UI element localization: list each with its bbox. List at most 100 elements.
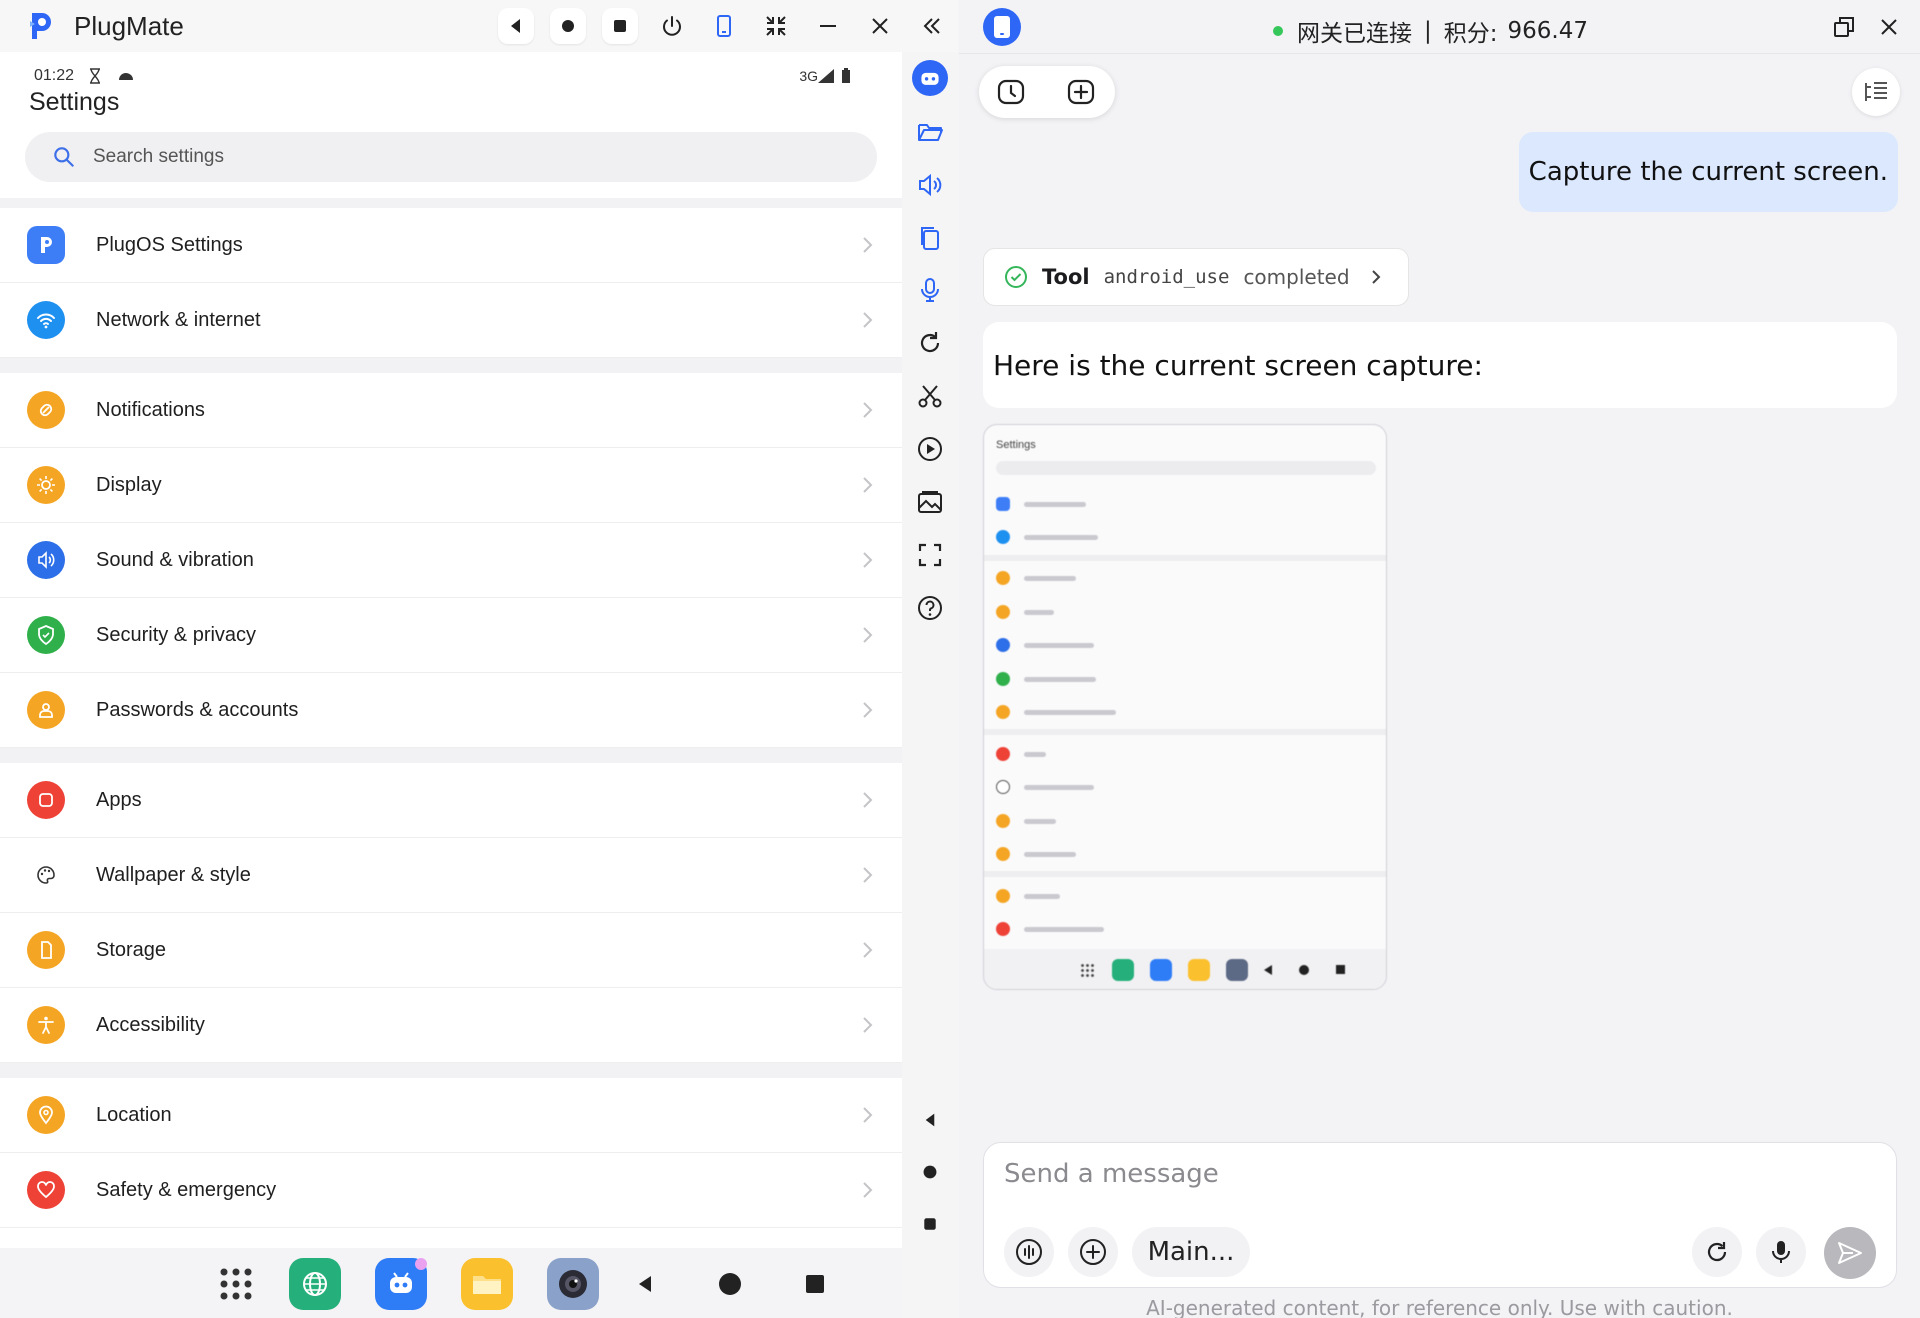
points-value: 966.47	[1507, 18, 1588, 44]
search-placeholder: Search settings	[93, 146, 224, 167]
send-button[interactable]	[1824, 1227, 1876, 1279]
phone-mode-button[interactable]	[706, 8, 742, 44]
outline-list-icon	[1865, 82, 1887, 101]
settings-item-notifications[interactable]: Notifications	[0, 373, 902, 448]
microphone-icon	[1772, 1241, 1790, 1263]
assistant-toggle-button[interactable]	[912, 60, 948, 96]
plugmate-logo-icon	[30, 13, 51, 39]
gallery-button[interactable]	[914, 486, 946, 518]
capture-row	[996, 847, 1376, 861]
power-icon	[663, 16, 681, 36]
settings-item-apps[interactable]: Apps	[0, 763, 902, 838]
status-separator: |	[1424, 18, 1432, 44]
collapse-panel-button[interactable]	[914, 8, 950, 44]
settings-item-label: Display	[96, 473, 162, 496]
voice-mode-button[interactable]	[1004, 1227, 1054, 1277]
search-settings-field[interactable]: Search settings	[25, 132, 877, 182]
assistant-message: Here is the current screen capture:	[983, 322, 1897, 408]
attach-button[interactable]	[1068, 1227, 1118, 1277]
capture-row	[996, 497, 1376, 511]
outline-button[interactable]	[1852, 68, 1900, 116]
copy-button[interactable]	[914, 222, 946, 254]
volume-button[interactable]	[914, 169, 946, 201]
plus-circle-icon	[1080, 1239, 1106, 1265]
group-gap	[0, 358, 902, 373]
power-button[interactable]	[654, 8, 690, 44]
settings-item-label: Sound & vibration	[96, 548, 254, 571]
status-bar: 01:22 3G	[34, 64, 852, 88]
close-icon	[872, 18, 888, 34]
plugos-icon	[27, 226, 65, 264]
minimize-button[interactable]	[810, 8, 846, 44]
capture-row	[996, 814, 1376, 828]
new-chat-icon[interactable]	[1065, 76, 1097, 108]
model-selector[interactable]: Main...	[1132, 1227, 1250, 1277]
chevron-right-icon	[863, 702, 873, 718]
strip-recents-button[interactable]	[914, 1208, 946, 1240]
person-icon	[27, 691, 65, 729]
file-manager-button[interactable]	[914, 116, 946, 148]
close-chat-button[interactable]	[1874, 12, 1904, 42]
phone-icon	[717, 15, 731, 37]
settings-item-location[interactable]: Location	[0, 1078, 902, 1153]
nav-home-button[interactable]	[704, 1258, 756, 1310]
recents-button[interactable]	[602, 8, 638, 44]
capture-gap	[984, 871, 1386, 877]
back-button[interactable]	[498, 8, 534, 44]
browser-app-button[interactable]	[289, 1258, 341, 1310]
collapse-button[interactable]	[758, 8, 794, 44]
settings-item-passwords[interactable]: Passwords & accounts	[0, 673, 902, 748]
refresh-button[interactable]	[1692, 1227, 1742, 1277]
screen-capture-image[interactable]: Settings	[983, 424, 1387, 990]
voice-input-button[interactable]	[1756, 1227, 1806, 1277]
settings-item-safety[interactable]: Safety & emergency	[0, 1153, 902, 1228]
help-button[interactable]	[914, 592, 946, 624]
settings-item-label: Notifications	[96, 398, 205, 421]
volume-icon	[919, 173, 942, 197]
record-button[interactable]	[914, 433, 946, 465]
camera-app-button[interactable]	[547, 1258, 599, 1310]
fullscreen-button[interactable]	[914, 539, 946, 571]
chat-title-bar: 网关已连接 | 积分: 966.47	[959, 0, 1920, 54]
close-button[interactable]	[862, 8, 898, 44]
accessibility-icon	[27, 1006, 65, 1044]
microphone-button[interactable]	[914, 274, 946, 306]
tool-call-card[interactable]: Tool android_use completed	[983, 248, 1409, 306]
strip-back-button[interactable]	[914, 1104, 946, 1136]
restore-window-button[interactable]	[1829, 12, 1859, 42]
restore-icon	[1834, 17, 1854, 37]
files-app-button[interactable]	[461, 1258, 513, 1310]
scissors-icon	[918, 385, 942, 408]
connection-status: 网关已连接 | 积分: 966.47	[1273, 14, 1588, 48]
message-input[interactable]: Send a message	[1004, 1159, 1219, 1189]
connected-dot	[1273, 26, 1283, 36]
tool-name: android_use	[1103, 266, 1230, 288]
nav-back-button[interactable]	[619, 1258, 671, 1310]
chevron-right-icon	[863, 792, 873, 808]
nav-recents-button[interactable]	[789, 1258, 841, 1310]
history-icon[interactable]	[995, 76, 1027, 108]
assistant-app-button[interactable]	[375, 1258, 427, 1310]
settings-item-display[interactable]: Display	[0, 448, 902, 523]
location-pin-icon	[27, 1096, 65, 1134]
settings-item-label: Accessibility	[96, 1013, 205, 1036]
capture-row	[996, 747, 1376, 761]
app-drawer-button[interactable]	[210, 1258, 262, 1310]
settings-item-wallpaper[interactable]: Wallpaper & style	[0, 838, 902, 913]
strip-home-button[interactable]	[914, 1156, 946, 1188]
settings-item-sound[interactable]: Sound & vibration	[0, 523, 902, 598]
settings-item-network[interactable]: Network & internet	[0, 283, 902, 358]
page-title: Settings	[29, 88, 120, 116]
settings-item-storage[interactable]: Storage	[0, 913, 902, 988]
notification-dot	[415, 1258, 427, 1270]
settings-item-accessibility[interactable]: Accessibility	[0, 988, 902, 1063]
home-button[interactable]	[550, 8, 586, 44]
fullscreen-icon	[918, 543, 942, 567]
chevron-right-icon	[863, 552, 873, 568]
cut-button[interactable]	[914, 380, 946, 412]
rotate-button[interactable]	[914, 327, 946, 359]
play-circle-icon	[918, 437, 942, 461]
settings-item-plugos[interactable]: PlugOS Settings	[0, 208, 902, 283]
settings-item-security[interactable]: Security & privacy	[0, 598, 902, 673]
capture-row	[996, 705, 1376, 719]
